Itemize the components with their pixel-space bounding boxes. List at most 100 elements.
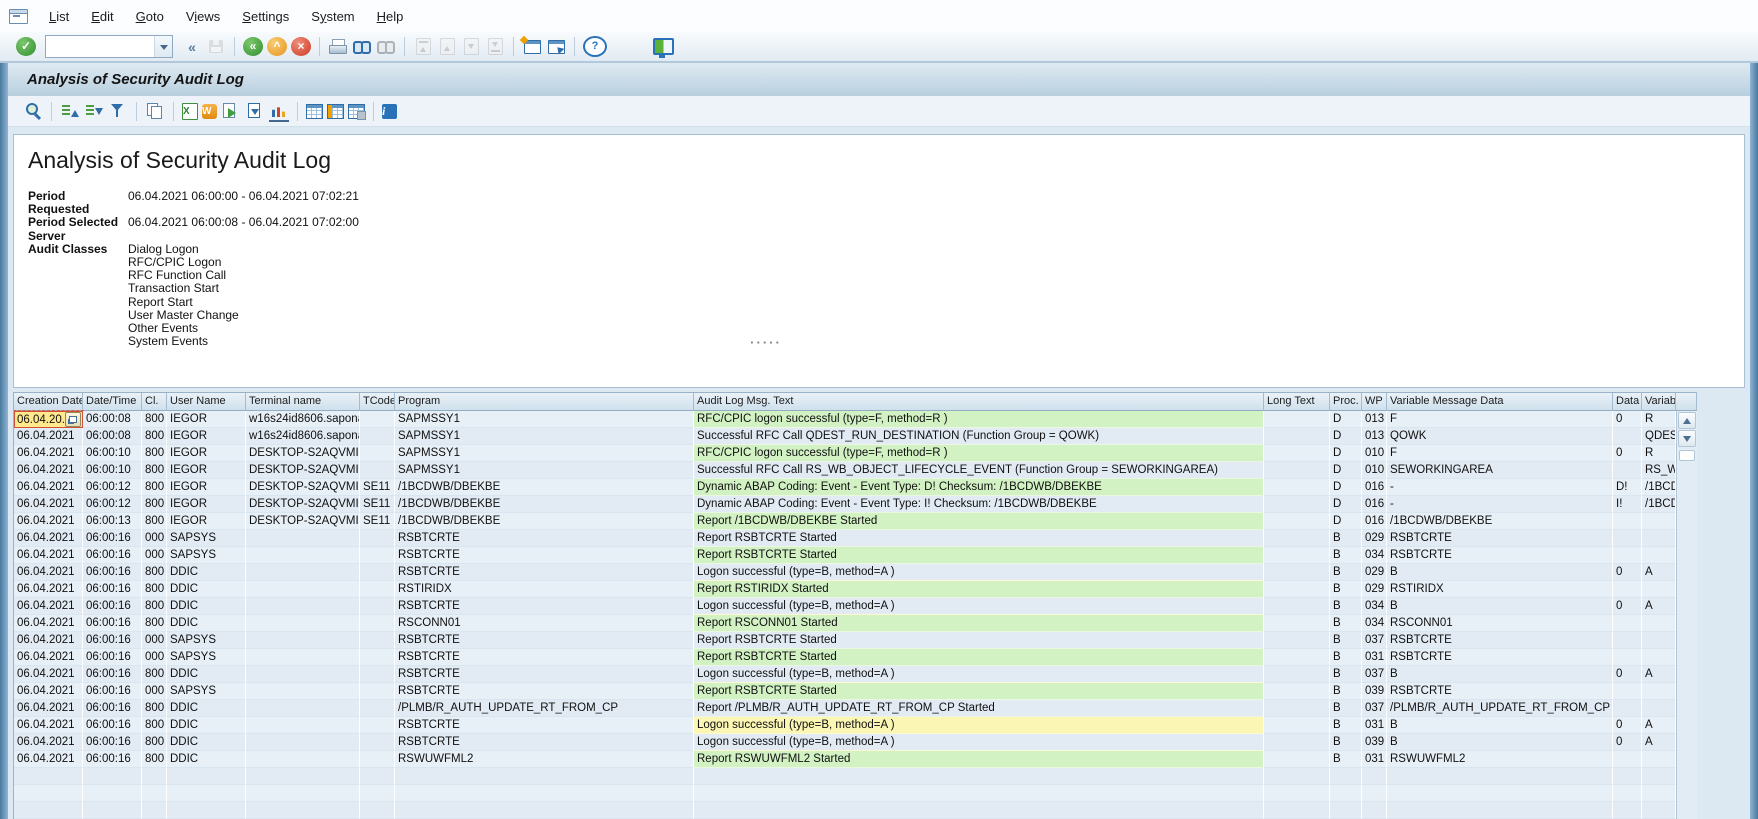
cell-tcode[interactable] xyxy=(360,649,395,666)
cell-variab[interactable]: RS_W xyxy=(1642,462,1676,479)
cell-data[interactable] xyxy=(1613,547,1642,564)
collapse-icon[interactable]: « xyxy=(182,37,202,57)
cell-data[interactable] xyxy=(1613,751,1642,768)
cell-tcode[interactable]: SE11 xyxy=(360,479,395,496)
cell-creation-date[interactable]: 06.04.2021 xyxy=(14,598,83,615)
cell-audit-log-msg-text[interactable]: Report /PLMB/R_AUTH_UPDATE_RT_FROM_CP St… xyxy=(694,700,1264,717)
cell-variab[interactable]: R xyxy=(1642,445,1676,462)
cell-user-name[interactable]: DDIC xyxy=(167,734,246,751)
export-local-file-icon[interactable] xyxy=(245,101,265,121)
cell-creation-date[interactable]: 06.04.2021 xyxy=(14,462,83,479)
cell-audit-log-msg-text[interactable]: Report RSWUWFML2 Started xyxy=(694,751,1264,768)
cell-terminal-name[interactable] xyxy=(246,598,360,615)
cell-date-time[interactable]: 06:00:12 xyxy=(83,496,142,513)
cell-wp[interactable]: 029 xyxy=(1362,564,1387,581)
cell-terminal-name[interactable] xyxy=(246,700,360,717)
cell-cl[interactable]: 000 xyxy=(142,649,167,666)
cell-terminal-name[interactable] xyxy=(246,547,360,564)
cell-data[interactable] xyxy=(1613,513,1642,530)
cell-creation-date[interactable]: 06.04.2021 xyxy=(14,751,83,768)
cell-terminal-name[interactable]: w16s24id8606.saponaz xyxy=(246,428,360,445)
command-field[interactable] xyxy=(45,35,173,58)
possible-entries-icon[interactable] xyxy=(65,412,81,427)
cell-proc[interactable]: B xyxy=(1330,666,1362,683)
vertical-scrollbar[interactable] xyxy=(1676,411,1697,819)
cell-user-name[interactable]: DDIC xyxy=(167,615,246,632)
cell-program[interactable]: RSBTCRTE xyxy=(395,683,694,700)
cell-date-time[interactable]: 06:00:16 xyxy=(83,581,142,598)
cell-user-name[interactable]: DDIC xyxy=(167,581,246,598)
help-icon[interactable]: ? xyxy=(583,36,607,57)
customize-layout-icon[interactable] xyxy=(653,37,674,57)
cell-long-text[interactable] xyxy=(1264,751,1330,768)
cell-tcode[interactable] xyxy=(360,751,395,768)
command-field-dropdown-icon[interactable] xyxy=(154,36,172,57)
cell-cl[interactable]: 800 xyxy=(142,445,167,462)
exit-icon[interactable]: ^ xyxy=(267,37,287,56)
cell-creation-date[interactable]: 06.04.2021 xyxy=(14,649,83,666)
system-menu-icon[interactable] xyxy=(9,9,28,24)
cell-variab[interactable] xyxy=(1642,547,1676,564)
cell-cl[interactable]: 800 xyxy=(142,615,167,632)
cell-data[interactable]: 0 xyxy=(1613,734,1642,751)
cell-cl[interactable]: 800 xyxy=(142,734,167,751)
cell-data[interactable]: 0 xyxy=(1613,717,1642,734)
cell-user-name[interactable]: DDIC xyxy=(167,700,246,717)
col-wp[interactable]: WP xyxy=(1362,393,1387,411)
cell-user-name[interactable]: DDIC xyxy=(167,717,246,734)
cell-terminal-name[interactable]: DESKTOP-S2AQVMI xyxy=(246,513,360,530)
cell-long-text[interactable] xyxy=(1264,530,1330,547)
cell-date-time[interactable]: 06:00:16 xyxy=(83,564,142,581)
cell-data[interactable] xyxy=(1613,632,1642,649)
cell-variab[interactable]: QDES xyxy=(1642,428,1676,445)
cell-variable-message-data[interactable]: B xyxy=(1387,598,1613,615)
cell-variab[interactable] xyxy=(1642,700,1676,717)
cell-data[interactable] xyxy=(1613,581,1642,598)
col-proc[interactable]: Proc. xyxy=(1330,393,1362,411)
col-tcode[interactable]: TCode xyxy=(360,393,395,411)
cell-variab[interactable]: /1BCD xyxy=(1642,496,1676,513)
cell-wp[interactable]: 010 xyxy=(1362,445,1387,462)
cell-long-text[interactable] xyxy=(1264,496,1330,513)
cell-creation-date[interactable]: 06.04.2021 xyxy=(14,479,83,496)
cell-cl[interactable]: 800 xyxy=(142,700,167,717)
cell-cl[interactable]: 800 xyxy=(142,496,167,513)
menu-list[interactable]: List xyxy=(38,6,80,27)
cell-cl[interactable]: 800 xyxy=(142,428,167,445)
cell-audit-log-msg-text[interactable]: Successful RFC Call QDEST_RUN_DESTINATIO… xyxy=(694,428,1264,445)
cell-date-time[interactable]: 06:00:08 xyxy=(83,411,142,428)
cell-program[interactable]: RSBTCRTE xyxy=(395,564,694,581)
col-program[interactable]: Program xyxy=(395,393,694,411)
cell-audit-log-msg-text[interactable]: Logon successful (type=B, method=A ) xyxy=(694,598,1264,615)
cell-audit-log-msg-text[interactable]: Report RSBTCRTE Started xyxy=(694,547,1264,564)
find-next-icon[interactable] xyxy=(376,37,396,57)
cell-variable-message-data[interactable]: RSTIRIDX xyxy=(1387,581,1613,598)
back-icon[interactable]: « xyxy=(243,37,263,56)
menu-system[interactable]: System xyxy=(300,6,365,27)
cell-variab[interactable] xyxy=(1642,751,1676,768)
cell-program[interactable]: RSBTCRTE xyxy=(395,649,694,666)
cell-date-time[interactable]: 06:00:16 xyxy=(83,649,142,666)
cell-cl[interactable]: 800 xyxy=(142,462,167,479)
cell-long-text[interactable] xyxy=(1264,734,1330,751)
cell-audit-log-msg-text[interactable]: Report RSCONN01 Started xyxy=(694,615,1264,632)
col-audit-log-msg-text[interactable]: Audit Log Msg. Text xyxy=(694,393,1264,411)
cell-variab[interactable]: A xyxy=(1642,717,1676,734)
cell-variable-message-data[interactable]: - xyxy=(1387,479,1613,496)
cell-proc[interactable]: D xyxy=(1330,445,1362,462)
cell-audit-log-msg-text[interactable]: Dynamic ABAP Coding: Event - Event Type:… xyxy=(694,496,1264,513)
cell-wp[interactable]: 013 xyxy=(1362,411,1387,428)
cell-wp[interactable]: 039 xyxy=(1362,683,1387,700)
cell-cl[interactable]: 800 xyxy=(142,479,167,496)
cancel-icon[interactable]: × xyxy=(291,37,311,56)
cell-wp[interactable]: 034 xyxy=(1362,598,1387,615)
cell-audit-log-msg-text[interactable]: Logon successful (type=B, method=A ) xyxy=(694,564,1264,581)
cell-wp[interactable]: 037 xyxy=(1362,632,1387,649)
cell-variab[interactable]: /1BCD xyxy=(1642,479,1676,496)
cell-data[interactable] xyxy=(1613,428,1642,445)
last-page-icon[interactable] xyxy=(485,37,505,57)
cell-user-name[interactable]: IEGOR xyxy=(167,411,246,428)
cell-audit-log-msg-text[interactable]: Report RSBTCRTE Started xyxy=(694,683,1264,700)
cell-date-time[interactable]: 06:00:10 xyxy=(83,445,142,462)
cell-data[interactable] xyxy=(1613,700,1642,717)
